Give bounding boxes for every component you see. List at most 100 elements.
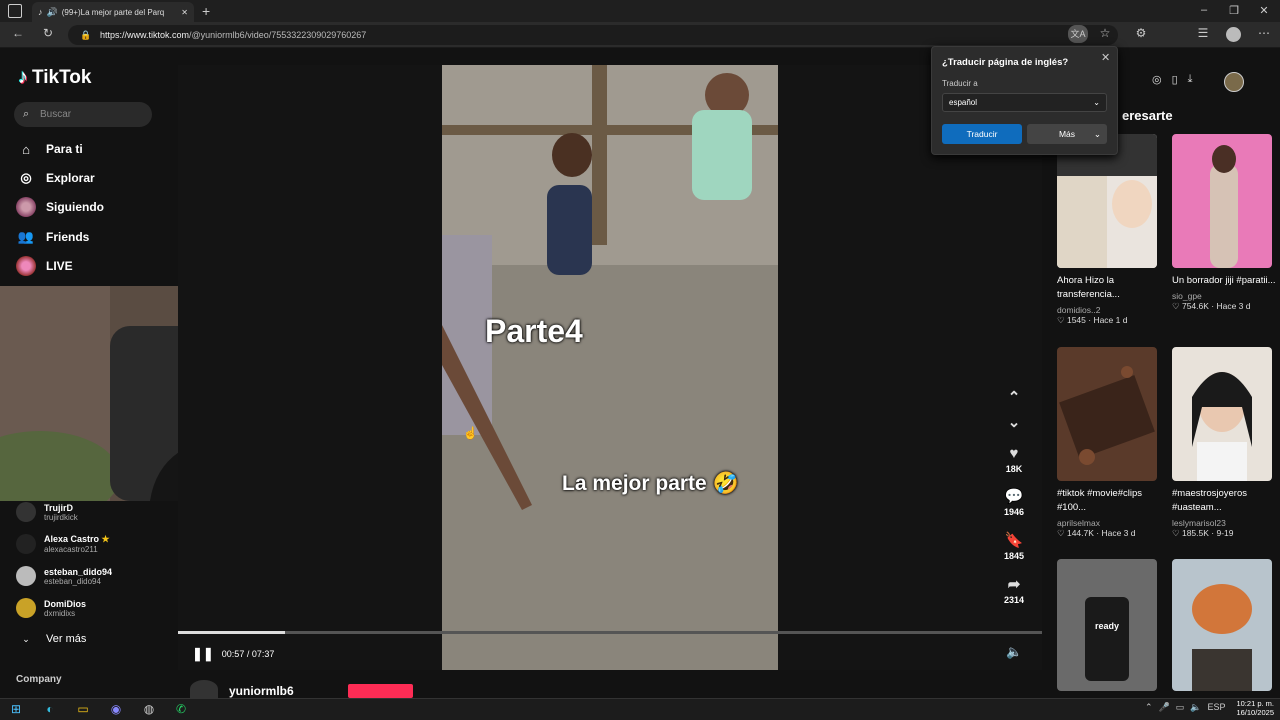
card-title: Un borrador jiji #paratii... bbox=[1172, 275, 1276, 286]
clock[interactable]: 10:21 p. m. 16/10/2025 bbox=[1228, 699, 1274, 717]
like-button[interactable]: ♥ 18K bbox=[996, 444, 1032, 474]
nav-label: Para ti bbox=[46, 142, 83, 156]
phone-screen-text: ready bbox=[1095, 621, 1120, 631]
nav-live[interactable]: LIVE bbox=[16, 255, 73, 277]
video-thumbnail[interactable] bbox=[1172, 559, 1272, 691]
see-more-button[interactable]: ⌄ Ver más bbox=[16, 628, 86, 650]
nav-following[interactable]: Siguiendo bbox=[16, 196, 104, 218]
chevron-down-icon: ⌄ bbox=[1093, 129, 1101, 139]
like-count: 18K bbox=[1005, 464, 1023, 474]
chevron-down-icon: ⌄ bbox=[1007, 414, 1021, 431]
keyboard-language[interactable]: ESP bbox=[1208, 702, 1226, 713]
search-icon: ⌕ bbox=[23, 108, 30, 120]
card-stats: ♡ 1545 · Hace 1 d bbox=[1057, 315, 1128, 325]
tab-title: (99+)La mejor parte del Parq bbox=[61, 7, 165, 17]
translate-icon[interactable]: 文A bbox=[1068, 25, 1088, 43]
close-popup-icon[interactable]: ✕ bbox=[1101, 51, 1110, 64]
chrome-profile-icon[interactable]: ◉ bbox=[106, 700, 126, 718]
progress-track[interactable] bbox=[178, 631, 1042, 634]
video-thumbnail[interactable] bbox=[1172, 134, 1272, 268]
search-input[interactable]: ⌕ Buscar bbox=[14, 102, 152, 127]
windows-taskbar bbox=[0, 698, 1280, 720]
thumbnail-image bbox=[1057, 347, 1157, 481]
reload-icon[interactable]: ↻ bbox=[38, 26, 58, 40]
card-title: #tiktok #movie#clips #100... bbox=[1057, 488, 1143, 513]
favorite-star-icon[interactable]: ☆ bbox=[1095, 26, 1115, 40]
video-card[interactable]: #maestrosjoyeros #uasteam... leslymariso… bbox=[1172, 487, 1280, 539]
nav-label: LIVE bbox=[46, 259, 73, 273]
extensions-icon[interactable]: ⚙ bbox=[1131, 26, 1151, 40]
phone-icon[interactable]: ▯ bbox=[1172, 73, 1178, 86]
time-display: 00:57 / 07:37 bbox=[221, 649, 275, 659]
browser-tab[interactable]: ♪ 🔊 (99+)La mejor parte del Parq ✕ bbox=[32, 2, 194, 22]
nav-friends[interactable]: 👥 Friends bbox=[16, 226, 89, 248]
video-frame[interactable] bbox=[442, 65, 778, 670]
video-caption-main: La mejor parte 🤣 bbox=[562, 472, 739, 495]
account-avatar bbox=[16, 534, 36, 554]
download-icon[interactable]: ⤓ bbox=[1188, 73, 1193, 86]
author-name[interactable]: yuniormlb6 bbox=[229, 684, 294, 698]
new-tab-button[interactable]: + bbox=[202, 3, 210, 19]
next-video-button[interactable]: ⌄ bbox=[996, 413, 1032, 433]
top-actions: ◎ ▯ ⤓ bbox=[1152, 73, 1193, 86]
edge-icon[interactable]: ◐ bbox=[40, 700, 60, 718]
thumbnail-image bbox=[1172, 559, 1272, 691]
video-caption-part: Parte4 bbox=[485, 313, 583, 349]
video-thumbnail[interactable] bbox=[1057, 347, 1157, 481]
minimize-button[interactable]: – bbox=[1189, 4, 1219, 16]
video-card[interactable]: #tiktok #movie#clips #100... aprilselmax… bbox=[1057, 487, 1169, 539]
whatsapp-icon[interactable]: ✆ bbox=[171, 700, 191, 718]
windows-start-icon[interactable]: ⊞ bbox=[6, 700, 26, 718]
account-name: esteban_dido94 bbox=[44, 566, 113, 577]
prev-video-button[interactable]: ⌃ bbox=[996, 388, 1032, 408]
share-button[interactable]: ➦ 2314 bbox=[996, 575, 1032, 605]
browser-menu-icon[interactable]: ⋯ bbox=[1254, 26, 1274, 40]
comment-button[interactable]: 💬 1946 bbox=[996, 487, 1032, 517]
close-window-button[interactable]: ✕ bbox=[1249, 4, 1279, 17]
following-account[interactable]: DomiDios dxmidixs bbox=[16, 594, 86, 622]
microphone-icon[interactable]: 🎤 bbox=[1159, 702, 1170, 713]
app-icon[interactable]: ◍ bbox=[139, 700, 159, 718]
video-card[interactable]: Un borrador jiji #paratii... sio_gpe ♡ 7… bbox=[1172, 274, 1280, 312]
account-name: Alexa Castro ★ bbox=[44, 534, 110, 544]
pause-icon[interactable]: ❚❚ bbox=[192, 646, 214, 662]
volume-icon[interactable]: 🔈 bbox=[1190, 702, 1201, 713]
avatar-icon bbox=[16, 197, 36, 217]
volume-icon[interactable]: 🔈 bbox=[1006, 644, 1022, 660]
sidebar-toggle-icon[interactable] bbox=[8, 4, 22, 18]
user-avatar[interactable] bbox=[1224, 72, 1244, 92]
follow-button[interactable] bbox=[348, 684, 413, 698]
chevron-up-icon[interactable]: ⌃ bbox=[1145, 702, 1153, 713]
following-account[interactable]: TrujirD trujirdkick bbox=[16, 498, 78, 526]
author-avatar[interactable] bbox=[190, 680, 218, 698]
profile-avatar[interactable] bbox=[1226, 27, 1241, 42]
more-button[interactable]: Más ⌄ bbox=[1027, 124, 1107, 144]
audio-icon[interactable]: 🔊 bbox=[47, 7, 58, 18]
coins-icon[interactable]: ◎ bbox=[1152, 73, 1162, 86]
logo-text: TikTok bbox=[32, 66, 92, 88]
nav-label: Explorar bbox=[46, 171, 95, 185]
close-tab-icon[interactable]: ✕ bbox=[181, 8, 188, 17]
video-card[interactable]: Ahora Hizo la transferencia... domidios.… bbox=[1057, 274, 1169, 326]
comment-count: 1946 bbox=[1003, 507, 1025, 517]
language-select[interactable]: español ⌄ bbox=[942, 93, 1107, 112]
collections-icon[interactable]: ☰ bbox=[1193, 26, 1213, 40]
maximize-button[interactable]: ❐ bbox=[1219, 4, 1249, 17]
translate-button[interactable]: Traducir bbox=[942, 124, 1022, 144]
tiktok-logo[interactable]: ♪ TikTok bbox=[18, 66, 91, 89]
file-explorer-icon[interactable]: ▭ bbox=[73, 700, 93, 718]
clock-time: 10:21 p. m. bbox=[1236, 699, 1274, 708]
card-stats: ♡ 754.6K · Hace 3 d bbox=[1172, 301, 1251, 311]
network-icon[interactable]: ▭ bbox=[1176, 702, 1185, 713]
company-link[interactable]: Company bbox=[16, 674, 62, 685]
save-button[interactable]: 🔖 1845 bbox=[996, 531, 1032, 561]
following-account[interactable]: esteban_dido94 esteban_dido94 bbox=[16, 562, 112, 590]
back-icon[interactable]: ← bbox=[8, 26, 28, 40]
url-field[interactable]: 🔒 https://www.tiktok.com/@yuniormlb6/vid… bbox=[68, 25, 1118, 45]
video-thumbnail[interactable] bbox=[1172, 347, 1272, 481]
nav-for-you[interactable]: ⌂ Para ti bbox=[16, 138, 83, 160]
panel-heading: eresarte bbox=[1122, 108, 1173, 123]
url-path: /@yuniormlb6/video/7553322309029760267 bbox=[189, 30, 367, 40]
following-account[interactable]: Alexa Castro ★ alexacastro211 bbox=[16, 530, 110, 558]
nav-explore[interactable]: ◎ Explorar bbox=[16, 167, 95, 189]
